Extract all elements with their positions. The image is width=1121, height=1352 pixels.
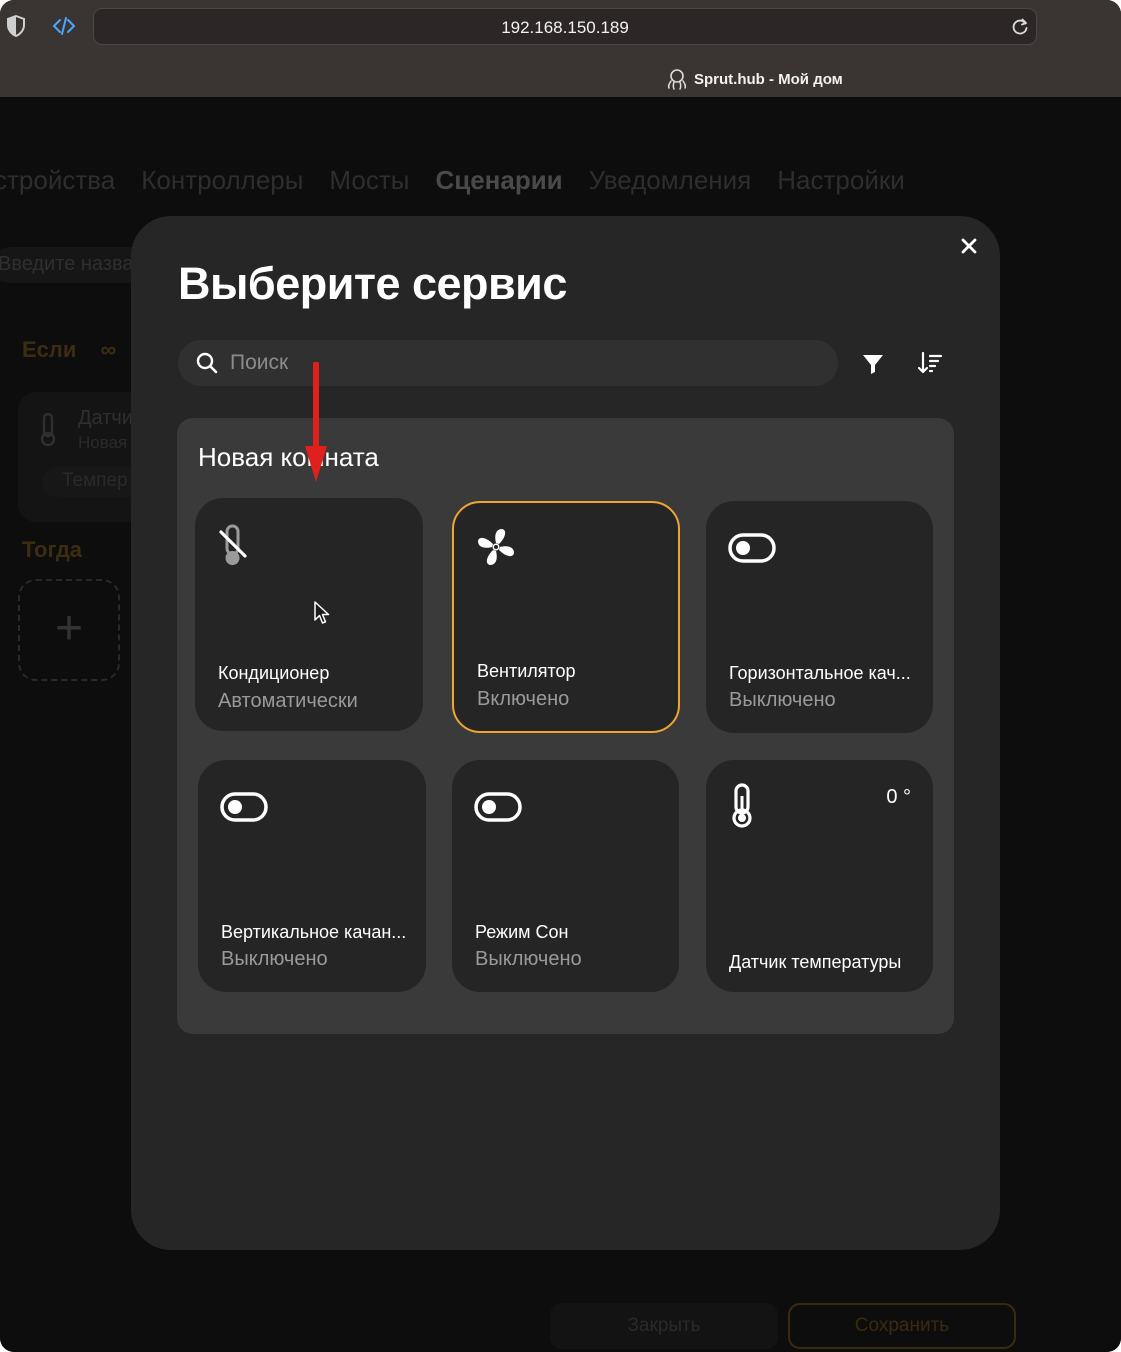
shield-icon[interactable] (6, 15, 26, 37)
condition-room-name: Новая (78, 433, 128, 452)
close-button[interactable]: Закрыть (550, 1303, 778, 1349)
thermometer-icon (40, 412, 56, 446)
service-name: Горизонтальное кач... (729, 663, 911, 683)
nav-bridges[interactable]: Мосты (329, 165, 409, 196)
service-tile-vertical-swing[interactable]: Вертикальное качан... Выключено (198, 760, 426, 992)
service-tile-horizontal-swing[interactable]: Горизонтальное кач... Выключено (706, 501, 933, 733)
service-name: Датчик температуры (729, 952, 902, 972)
then-section-label: Тогда (22, 537, 83, 562)
if-section-label: Если ∞ (22, 337, 117, 362)
reload-icon[interactable] (1010, 17, 1030, 37)
url-text[interactable]: 192.168.150.189 (94, 18, 1036, 38)
address-bar[interactable]: 192.168.150.189 (93, 8, 1037, 45)
service-name: Вентилятор (477, 661, 576, 681)
add-action-button[interactable]: + (18, 579, 120, 681)
modal-title: Выберите сервис (178, 258, 567, 309)
sort-icon[interactable] (917, 350, 943, 376)
filter-icon[interactable] (861, 352, 885, 376)
devtools-icon[interactable] (52, 14, 76, 38)
active-tab[interactable]: Sprut.hub - Мой дом (666, 68, 843, 90)
browser-window: 192.168.150.189 Sprut.hub - Мой дом стро… (0, 0, 1121, 1352)
toggle-icon (220, 792, 268, 822)
service-tile-ac[interactable]: Кондиционер Автоматически (195, 498, 423, 731)
service-state: Автоматически (218, 690, 358, 712)
thermometer-icon (732, 783, 752, 828)
scenario-name-input[interactable]: Введите назван (0, 247, 152, 283)
top-nav: стройства Контроллеры Мосты Сценарии Уве… (0, 165, 905, 196)
room-group: Новая комната Кондиционер Автоматически (177, 418, 954, 1034)
select-service-modal: Выберите сервис Новая комната (131, 216, 1000, 1250)
toggle-icon (474, 792, 522, 822)
infinity-icon: ∞ (100, 337, 117, 362)
service-name: Вертикальное качан... (221, 922, 407, 942)
plus-icon: + (54, 602, 84, 655)
service-search[interactable] (178, 340, 838, 386)
tab-title: Sprut.hub - Мой дом (694, 70, 843, 88)
nav-devices[interactable]: стройства (0, 165, 115, 196)
fan-icon (478, 529, 514, 565)
temperature-value: 0 ° (886, 786, 911, 808)
service-tile-temperature-sensor[interactable]: 0 ° Датчик температуры (706, 760, 933, 992)
ac-off-icon (219, 524, 247, 565)
toggle-icon (728, 533, 776, 563)
service-state: Выключено (475, 948, 582, 970)
octopus-logo-icon (667, 69, 687, 90)
condition-sensor-name: Датчи (78, 407, 133, 429)
service-name: Кондиционер (218, 663, 330, 683)
service-state: Выключено (221, 948, 328, 970)
mouse-cursor-icon (314, 601, 330, 624)
browser-chrome: 192.168.150.189 Sprut.hub - Мой дом (0, 0, 1121, 97)
nav-settings[interactable]: Настройки (777, 165, 905, 196)
nav-scenarios[interactable]: Сценарии (435, 165, 562, 196)
service-state: Выключено (729, 689, 836, 711)
annotation-arrow-icon (305, 362, 327, 482)
service-tile-sleep-mode[interactable]: Режим Сон Выключено (452, 760, 679, 992)
condition-chip[interactable]: Темпер (42, 467, 142, 497)
service-name: Режим Сон (475, 922, 569, 942)
service-tile-fan[interactable]: Вентилятор Включено (452, 501, 680, 733)
nav-notifications[interactable]: Уведомления (589, 165, 752, 196)
nav-controllers[interactable]: Контроллеры (141, 165, 303, 196)
service-state: Включено (477, 688, 570, 710)
save-button[interactable]: Сохранить (788, 1303, 1016, 1349)
search-icon (196, 352, 218, 374)
close-icon[interactable] (957, 234, 981, 258)
room-title: Новая комната (198, 442, 379, 472)
